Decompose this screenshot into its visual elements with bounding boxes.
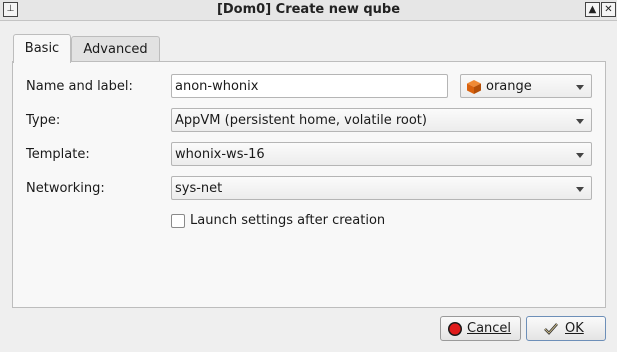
label-color-select[interactable]: orange [460,74,592,98]
chevron-down-icon [576,119,584,124]
type-label: Type: [26,113,61,128]
checkmark-icon [544,323,558,335]
tab-advanced[interactable]: Advanced [71,36,160,62]
qube-name-input[interactable]: anon-whonix [171,74,448,98]
tab-basic[interactable]: Basic [13,34,71,63]
cancel-icon [448,322,462,336]
chevron-down-icon [576,85,584,90]
title-bar: ⊥ [Dom0] Create new qube ▲ ✕ [0,0,617,21]
ok-button-label: OK [565,321,584,336]
networking-select[interactable]: sys-net [171,176,592,200]
close-button[interactable]: ✕ [601,2,616,17]
launch-settings-label[interactable]: Launch settings after creation [190,213,385,228]
type-value: AppVM (persistent home, volatile root) [175,113,427,128]
template-select[interactable]: whonix-ws-16 [171,142,592,166]
template-label: Template: [26,147,90,162]
launch-settings-checkbox[interactable] [171,214,185,228]
networking-value: sys-net [175,181,223,196]
maximize-button[interactable]: ▲ [585,2,600,17]
chevron-down-icon [576,153,584,158]
cancel-button[interactable]: Cancel [440,316,521,341]
label-color-value: orange [486,79,532,94]
type-select[interactable]: AppVM (persistent home, volatile root) [171,108,592,132]
ok-button[interactable]: OK [526,316,606,341]
qube-name-value: anon-whonix [175,79,259,94]
orange-cube-icon [467,80,481,94]
cancel-button-label: Cancel [467,321,512,336]
name-and-label-label: Name and label: [26,79,133,94]
chevron-down-icon [576,187,584,192]
networking-label: Networking: [26,181,105,196]
template-value: whonix-ws-16 [175,147,265,162]
window-title: [Dom0] Create new qube [216,2,401,17]
